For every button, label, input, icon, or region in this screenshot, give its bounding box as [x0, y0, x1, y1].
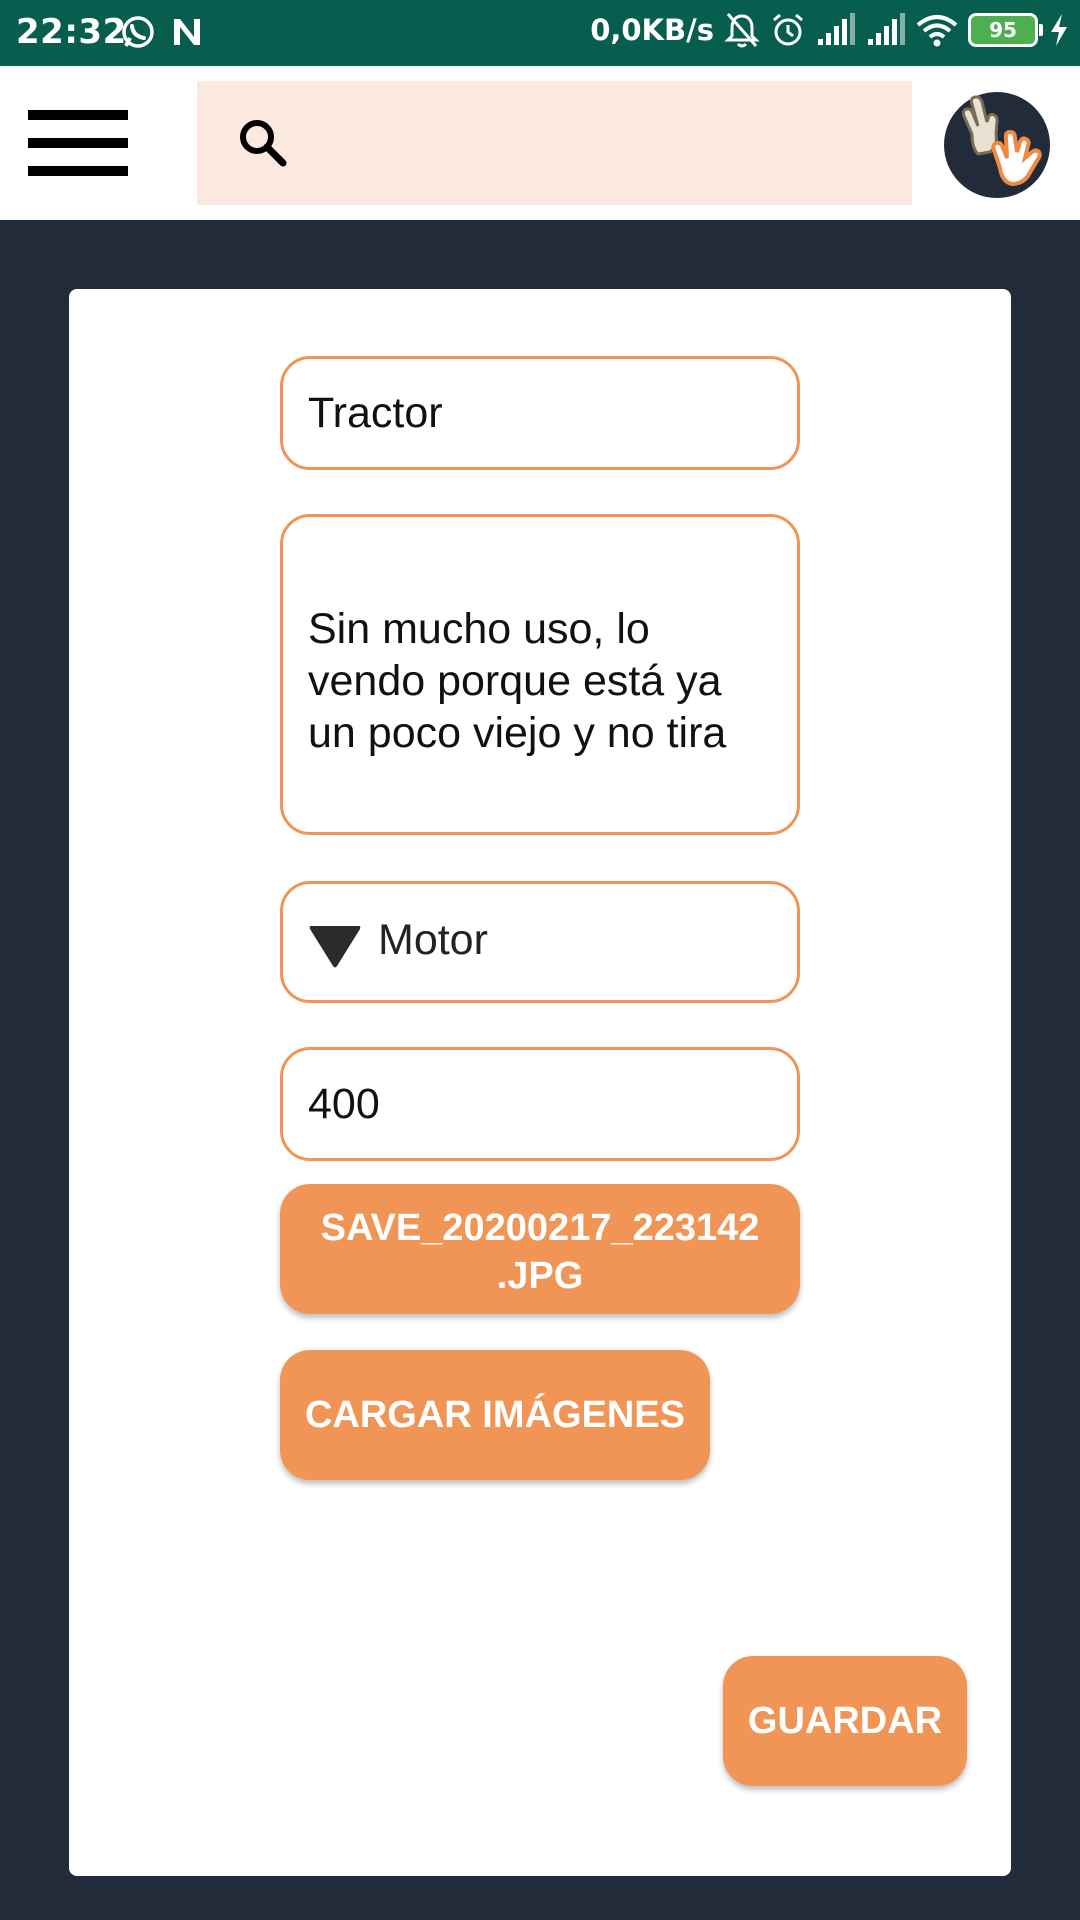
- selected-file-button[interactable]: SAVE_20200217_223142 .JPG: [280, 1184, 800, 1314]
- price-field[interactable]: 400: [280, 1047, 800, 1161]
- hamburger-menu-icon[interactable]: [28, 110, 128, 180]
- search-input[interactable]: [307, 101, 891, 187]
- bell-off-icon: [724, 13, 760, 48]
- product-form-card: Tractor Sin mucho uso, lo vendo porque e…: [69, 289, 1011, 1876]
- status-right-icons: 0,0KB/s 95: [590, 10, 1070, 50]
- alarm-icon: [773, 13, 803, 46]
- search-icon[interactable]: [235, 115, 291, 171]
- n-app-icon: [174, 19, 200, 45]
- save-button[interactable]: GUARDAR: [723, 1656, 967, 1786]
- whatsapp-icon: [122, 16, 154, 48]
- app-header: [0, 66, 1080, 220]
- price-value: 400: [308, 1080, 380, 1128]
- description-value: Sin mucho uso, lo vendo porque está ya u…: [308, 605, 727, 757]
- status-time: 22:32: [16, 12, 127, 52]
- search-bar[interactable]: [197, 81, 912, 205]
- charging-icon: [1051, 14, 1067, 46]
- title-value: Tractor: [308, 389, 443, 437]
- category-select[interactable]: Motor: [280, 881, 800, 1003]
- title-field[interactable]: Tractor: [280, 356, 800, 470]
- hands-logo-icon[interactable]: [942, 88, 1052, 198]
- load-images-button[interactable]: CARGAR IMÁGENES: [280, 1350, 710, 1480]
- wifi-icon: [916, 15, 958, 47]
- dropdown-arrow-icon[interactable]: [307, 922, 363, 970]
- status-left-icons: [120, 14, 204, 50]
- network-speed: 0,0KB/s: [590, 13, 714, 47]
- signal-icon: [868, 13, 905, 45]
- status-bar: 22:32 0,0KB/s 95: [0, 0, 1080, 66]
- battery-icon: 95: [968, 13, 1043, 47]
- signal-icon: [818, 13, 855, 45]
- description-field[interactable]: Sin mucho uso, lo vendo porque está ya u…: [280, 514, 800, 835]
- category-value: Motor: [378, 916, 488, 964]
